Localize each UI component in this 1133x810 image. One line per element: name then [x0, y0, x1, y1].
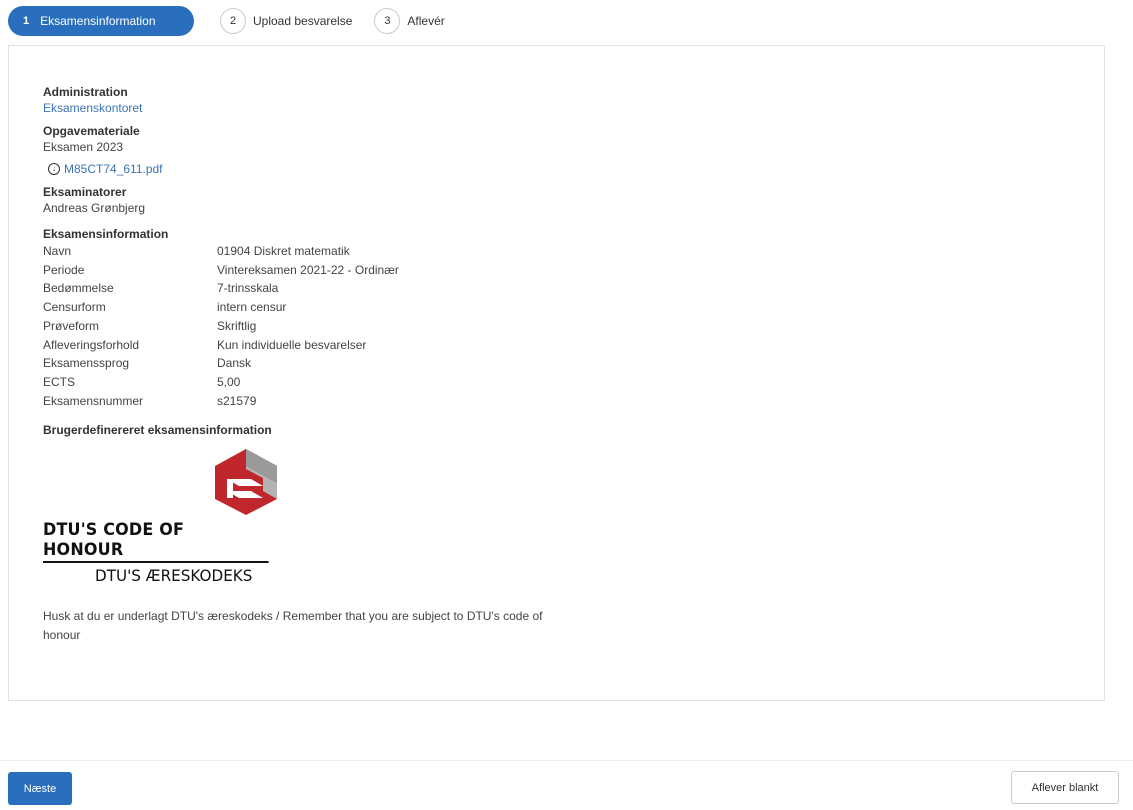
info-key: Bedømmelse: [43, 281, 114, 296]
administration-section: Administration Eksamenskontoret: [43, 84, 643, 116]
custom-info-section: Brugerdefinereret eksamensinformation DT…: [43, 422, 643, 645]
table-row: Afleveringsforhold Kun individuelle besva…: [43, 336, 399, 355]
info-value: 7-trinsskala: [217, 281, 279, 296]
info-value: intern censur: [217, 300, 287, 315]
code-of-honour-logo: DTU'S CODE OF HONOUR DTU'S ÆRESKODEKS: [43, 447, 283, 585]
examiners-heading: Eksaminatorer: [43, 185, 127, 199]
info-key: ECTS: [43, 374, 76, 389]
info-key: Censurform: [43, 300, 106, 315]
info-value: Kun individuelle besvarelser: [217, 337, 367, 352]
material-file: ↓ M85CT74_611.pdf: [48, 161, 643, 177]
page: 1 Eksamensinformation 2 Upload besvarels…: [0, 0, 1133, 810]
exam-info-heading: Eksamensinformation: [43, 227, 169, 241]
info-key: Eksamensnummer: [43, 393, 144, 408]
step-2-label: Upload besvarelse: [253, 14, 353, 28]
info-key: Prøveform: [43, 318, 100, 333]
info-key: Afleveringsforhold: [43, 337, 140, 352]
step-3[interactable]: 3 Aflevér: [374, 6, 445, 36]
table-row: Prøveform Skriftlig: [43, 317, 399, 336]
table-row: Censurform intern censur: [43, 298, 399, 317]
info-key: Eksamenssprog: [43, 356, 130, 371]
table-row: Periode Vintereksamen 2021-22 - Ordinær: [43, 261, 399, 280]
info-key: Navn: [43, 244, 72, 258]
material-name: Eksamen 2023: [43, 140, 124, 154]
administration-heading: Administration: [43, 85, 128, 99]
exam-info-panel: Administration Eksamenskontoret Opgavema…: [8, 45, 1105, 701]
info-key: Periode: [43, 262, 85, 277]
material-heading: Opgavemateriale: [43, 124, 140, 138]
examiners-names: Andreas Grønbjerg: [43, 201, 146, 215]
info-value: s21579: [217, 393, 257, 408]
custom-info-heading: Brugerdefinereret eksamensinformation: [43, 423, 272, 438]
dtu-honour-emblem-icon: [215, 449, 277, 516]
submit-blank-button[interactable]: Aflever blankt: [1011, 771, 1119, 804]
administration-link[interactable]: Eksamenskontoret: [43, 101, 142, 115]
examiners-section: Eksaminatorer Andreas Grønbjerg: [43, 184, 643, 216]
table-row: Bedømmelse 7-trinsskala: [43, 279, 399, 298]
step-2[interactable]: 2 Upload besvarelse: [220, 6, 352, 36]
step-3-label: Aflevér: [407, 14, 445, 28]
table-row: Eksamenssprog Dansk: [43, 354, 399, 373]
table-row: ECTS 5,00: [43, 373, 399, 392]
honour-reminder-text: Husk at du er underlagt DTU's æreskodeks…: [43, 609, 543, 643]
step-3-number: 3: [374, 8, 401, 34]
step-1-label: Eksamensinformation: [40, 14, 156, 28]
step-1[interactable]: 1 Eksamensinformation: [8, 6, 194, 36]
step-progress: 1 Eksamensinformation 2 Upload besvarels…: [8, 6, 467, 36]
info-value: Skriftlig: [217, 318, 257, 333]
material-file-link[interactable]: M85CT74_611.pdf: [64, 161, 163, 177]
material-section: Opgavemateriale Eksamen 2023 ↓ M85CT74_6…: [43, 123, 643, 177]
exam-info-content: Administration Eksamenskontoret Opgavema…: [43, 84, 643, 645]
table-row: Navn 01904 Diskret matematik: [43, 242, 399, 261]
exam-info-table: Navn 01904 Diskret matematik Periode Vinte…: [43, 242, 399, 410]
info-value: 5,00: [217, 374, 241, 389]
table-row: Eksamensnummer s21579: [43, 392, 399, 411]
honour-title: DTU'S CODE OF HONOUR: [43, 520, 269, 564]
step-2-number: 2: [220, 8, 246, 34]
honour-subtitle: DTU'S ÆRESKODEKS: [95, 566, 253, 586]
exam-info-section: Eksamensinformation Navn 01904 Diskret ma…: [43, 226, 643, 410]
footer-divider: [0, 760, 1133, 761]
info-value: 01904 Diskret matematik: [217, 244, 350, 258]
download-icon: ↓: [48, 163, 60, 175]
info-value: Dansk: [217, 356, 252, 371]
step-1-number: 1: [23, 15, 30, 27]
info-value: Vintereksamen 2021-22 - Ordinær: [217, 262, 399, 277]
next-button[interactable]: Næste: [8, 772, 72, 805]
